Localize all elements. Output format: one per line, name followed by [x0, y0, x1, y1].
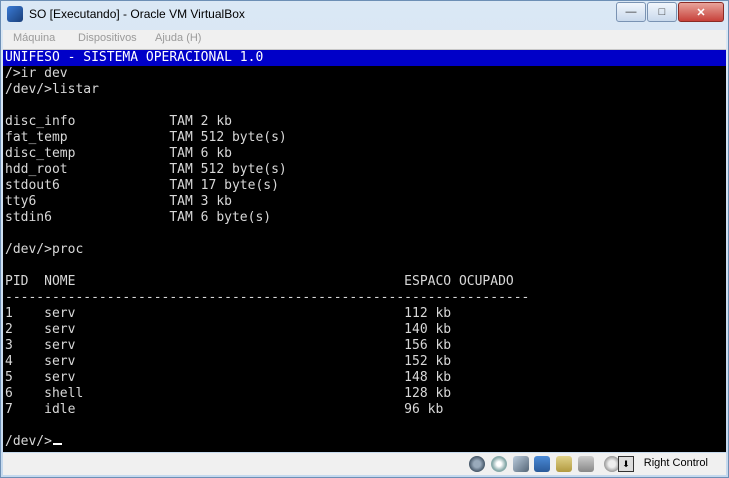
terminal-line: 6 shell 128 kb — [5, 386, 452, 401]
network-icon[interactable] — [534, 456, 550, 472]
terminal-cursor — [52, 443, 62, 445]
terminal-line: hdd_root TAM 512 byte(s) — [5, 162, 287, 177]
maximize-icon: □ — [658, 6, 666, 18]
host-key-label: Right Control — [643, 457, 708, 469]
title-bar[interactable]: SO [Executando] - Oracle VM VirtualBox —… — [1, 1, 728, 29]
menu-maquina[interactable]: Máquina — [13, 32, 55, 44]
display-icon[interactable] — [578, 456, 594, 472]
status-bar: ⬇ Right Control — [3, 453, 726, 475]
virtualbox-icon — [7, 6, 23, 22]
terminal-line: 1 serv 112 kb — [5, 306, 452, 321]
terminal-line: 3 serv 156 kb — [5, 338, 452, 353]
terminal-line: PID NOME ESPACO OCUPADO — [5, 274, 514, 289]
shared-folder-icon[interactable] — [556, 456, 572, 472]
menu-dispositivos[interactable]: Dispositivos — [78, 32, 137, 44]
terminal-line: /dev/>listar — [5, 82, 99, 97]
terminal-line: stdin6 TAM 6 byte(s) — [5, 210, 272, 225]
virtualbox-window: SO [Executando] - Oracle VM VirtualBox —… — [0, 0, 729, 478]
terminal-line: stdout6 TAM 17 byte(s) — [5, 178, 279, 193]
close-icon: ✕ — [696, 6, 706, 19]
terminal-line: disc_temp TAM 6 kb — [5, 146, 232, 161]
terminal-line: ----------------------------------------… — [5, 290, 530, 305]
window-title: SO [Executando] - Oracle VM VirtualBox — [29, 7, 245, 21]
maximize-button[interactable]: □ — [647, 2, 677, 22]
optical-drive-icon[interactable] — [491, 456, 507, 472]
hard-disk-icon[interactable] — [469, 456, 485, 472]
os-banner: UNIFESO - SISTEMA OPERACIONAL 1.0 — [3, 50, 726, 66]
terminal-line: tty6 TAM 3 kb — [5, 194, 232, 209]
vm-screen[interactable]: UNIFESO - SISTEMA OPERACIONAL 1.0 />ir d… — [3, 50, 726, 452]
terminal-line: /dev/> — [5, 434, 62, 450]
terminal-line: 4 serv 152 kb — [5, 354, 452, 369]
minimize-button[interactable]: — — [616, 2, 646, 22]
window-controls: — □ ✕ — [615, 2, 724, 22]
terminal-line: 2 serv 140 kb — [5, 322, 452, 337]
menu-bar: Máquina Dispositivos Ajuda (H) — [3, 30, 726, 50]
usb-icon[interactable] — [513, 456, 529, 472]
minimize-icon: — — [625, 6, 637, 18]
host-key-icon: ⬇ — [618, 456, 634, 472]
terminal-line: 7 idle 96 kb — [5, 402, 444, 417]
close-button[interactable]: ✕ — [678, 2, 724, 22]
terminal-line: /dev/>proc — [5, 242, 84, 257]
terminal-line: 5 serv 148 kb — [5, 370, 452, 385]
terminal-line: />ir dev — [5, 66, 68, 81]
os-banner-text: UNIFESO - SISTEMA OPERACIONAL 1.0 — [5, 50, 264, 65]
terminal-line: disc_info TAM 2 kb — [5, 114, 232, 129]
terminal-line: fat_temp TAM 512 byte(s) — [5, 130, 287, 145]
menu-ajuda[interactable]: Ajuda (H) — [155, 32, 201, 44]
